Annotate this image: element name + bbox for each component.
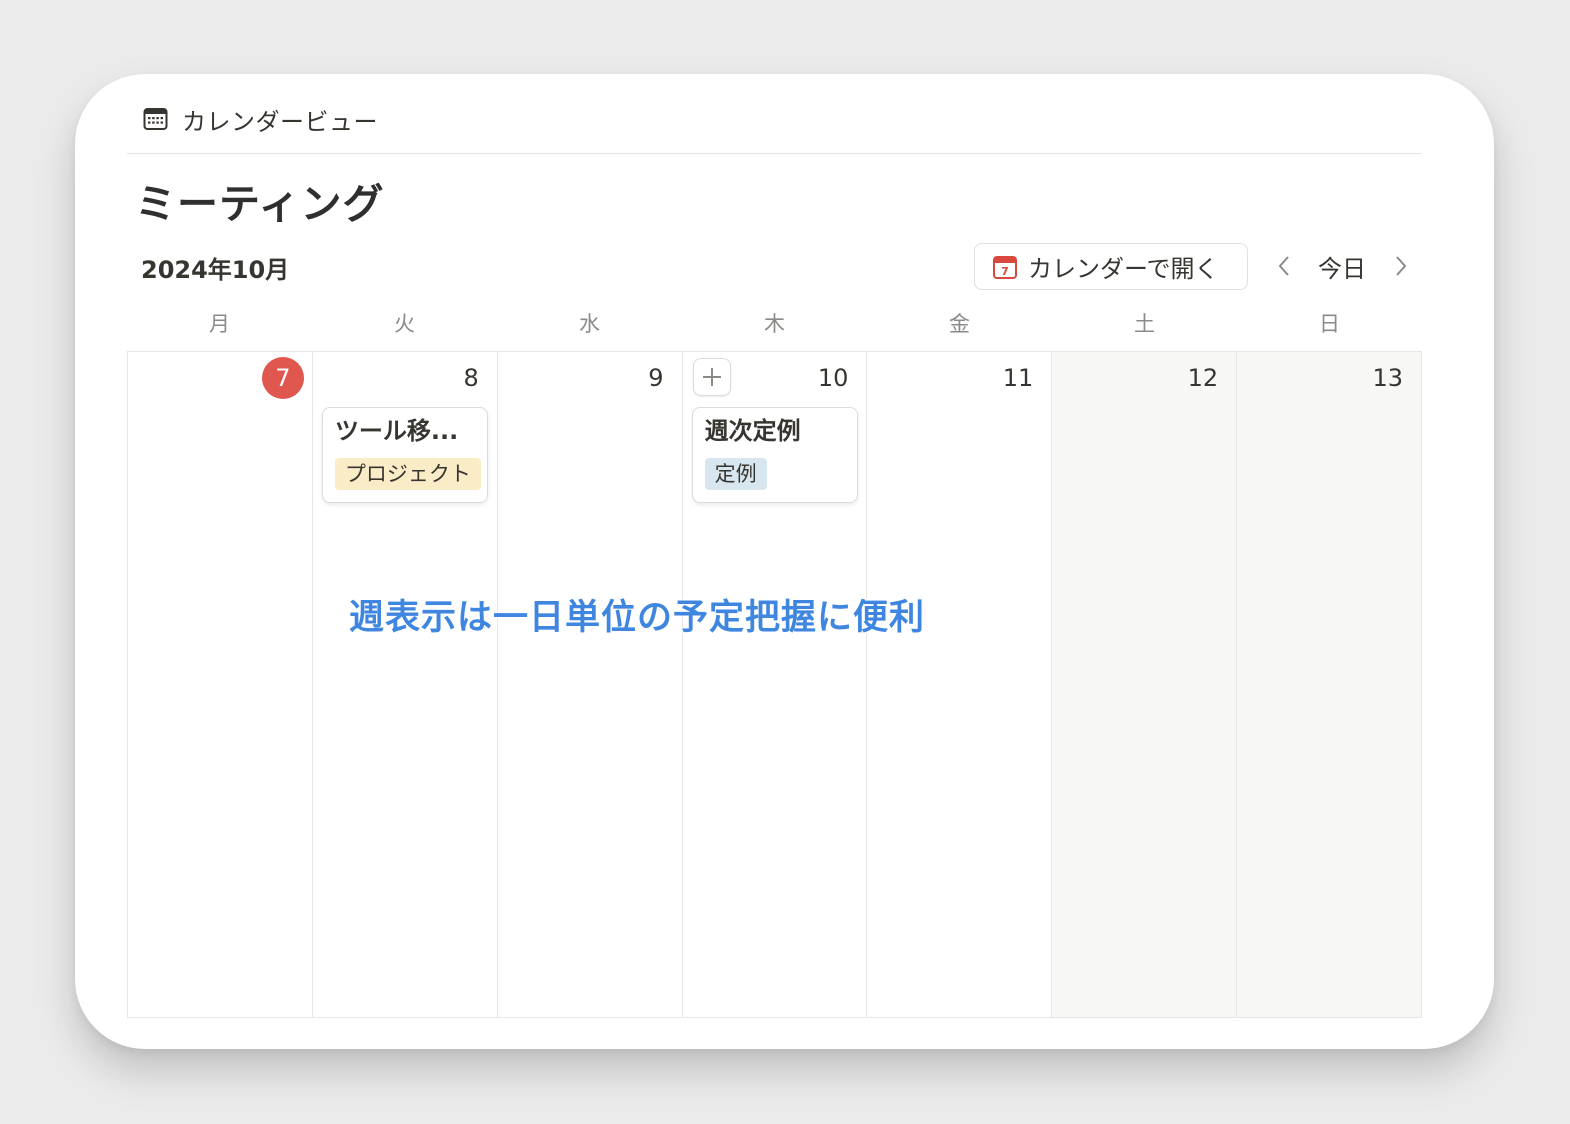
prev-week-button[interactable] [1272, 250, 1296, 282]
view-tab[interactable]: カレンダービュー [143, 104, 378, 136]
month-label: 2024年10月 [141, 256, 290, 284]
plus-icon [702, 368, 721, 386]
event-tag: 定例 [704, 458, 767, 490]
calendar-view-card: カレンダービュー ミーティング 2024年10月 7 カレンダーで開く 今日 月… [75, 74, 1494, 1049]
weekday-thu: 木 [764, 312, 785, 336]
calendar-app-icon: 7 [992, 254, 1018, 280]
day-cell[interactable]: 10 週次定例 定例 [683, 352, 868, 1017]
open-in-calendar-label: カレンダーで開く [1028, 255, 1219, 283]
weekday-sat: 土 [1134, 312, 1155, 336]
event-card[interactable]: 週次定例 定例 [691, 407, 858, 503]
day-number: 12 [1187, 364, 1219, 392]
event-title: ツール移... [334, 417, 459, 445]
weekday-header: 月 火 水 木 金 土 日 [127, 308, 1422, 338]
page-title: ミーティング [135, 180, 385, 228]
day-number: 11 [1002, 364, 1034, 392]
next-week-button[interactable] [1389, 250, 1413, 282]
add-event-button[interactable] [692, 358, 731, 396]
header-divider [127, 153, 1422, 154]
day-number: 8 [463, 364, 479, 392]
view-label: カレンダービュー [182, 107, 378, 136]
day-number: 13 [1372, 364, 1404, 392]
day-cell-weekend[interactable]: 12 [1052, 352, 1238, 1017]
calendar-grid-icon [143, 107, 168, 131]
chevron-left-icon [1278, 256, 1289, 276]
weekday-wed: 水 [579, 312, 600, 336]
day-cell[interactable]: 8 ツール移... プロジェクト [313, 352, 498, 1017]
svg-text:7: 7 [1001, 265, 1009, 278]
weekday-mon: 月 [209, 312, 230, 336]
day-number: 10 [817, 364, 849, 392]
chevron-right-icon [1396, 256, 1407, 276]
day-cell[interactable]: 9 [498, 352, 683, 1017]
day-number: 9 [648, 364, 664, 392]
weekday-fri: 金 [949, 312, 970, 336]
day-cell[interactable]: 7 [128, 352, 313, 1017]
event-title: 週次定例 [704, 417, 801, 445]
weekday-sun: 日 [1319, 312, 1340, 336]
day-cell[interactable]: 11 [867, 352, 1053, 1017]
today-day-number: 7 [261, 357, 304, 399]
annotation-caption: 週表示は一日単位の予定把握に便利 [349, 598, 926, 638]
day-cell-weekend[interactable]: 13 [1237, 352, 1422, 1017]
event-card[interactable]: ツール移... プロジェクト [321, 407, 488, 503]
event-tag: プロジェクト [334, 458, 481, 490]
open-in-calendar-button[interactable]: 7 カレンダーで開く [974, 243, 1248, 290]
today-button[interactable]: 今日 [1311, 248, 1373, 284]
week-grid: 7 8 ツール移... プロジェクト 9 10 週次定例 定例 11 12 13 [127, 351, 1422, 1018]
weekday-tue: 火 [394, 312, 415, 336]
